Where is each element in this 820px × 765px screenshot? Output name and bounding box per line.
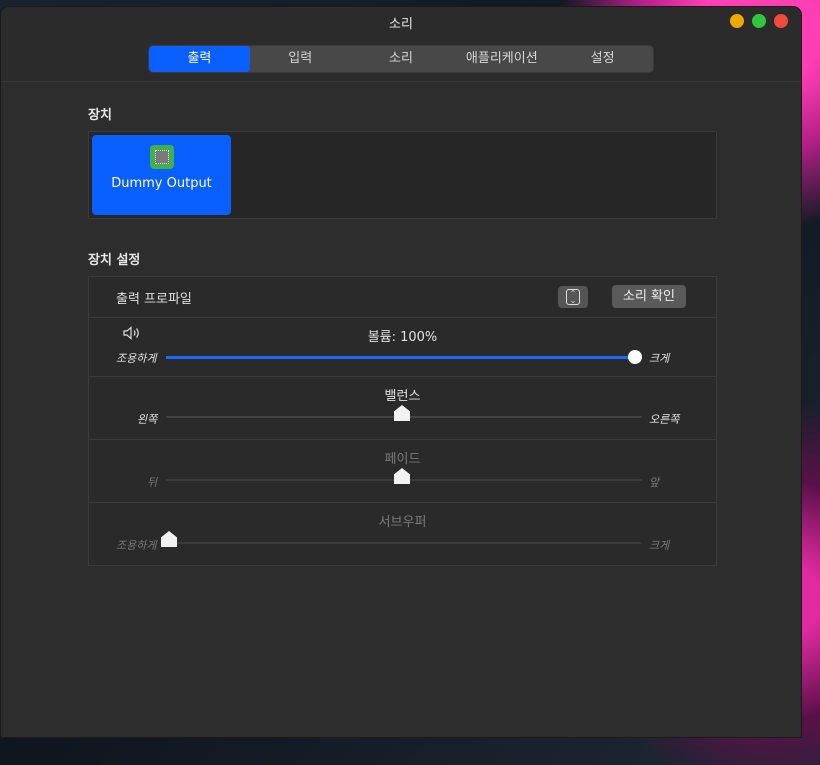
volume-min-label: 조용하게 [116,352,157,365]
sound-settings-window: 소리 출력 입력 소리 애플리케이션 설정 장치 Dummy Output 장치… [1,7,801,737]
volume-max-label: 크게 [649,352,670,365]
device-name: Dummy Output [111,176,212,191]
subwoofer-max-label: 크게 [649,539,670,552]
subwoofer-min-label: 조용하게 [116,539,157,552]
fade-row: 페이드 뒤 앞 [89,440,716,503]
device-card-dummy-output[interactable]: Dummy Output [92,135,231,215]
tab-output[interactable]: 출력 [149,46,250,72]
output-profile-label: 출력 프로파일 [116,292,192,307]
device-list: Dummy Output [88,131,717,219]
device-settings-panel: 출력 프로파일 ⌃ ⌄ 소리 확인 볼륨: 100% 조용하게 크게 밸런스 왼쪽 [88,276,717,566]
subwoofer-row: 서브우퍼 조용하게 크게 [89,503,716,565]
balance-slider-handle[interactable] [394,405,410,421]
subwoofer-slider[interactable] [166,542,642,544]
output-profile-row: 출력 프로파일 ⌃ ⌄ 소리 확인 [89,277,716,318]
volume-row: 볼륨: 100% 조용하게 크게 [89,318,716,377]
profile-selector[interactable]: ⌃ ⌄ [558,286,588,308]
subwoofer-label: 서브우퍼 [378,515,427,530]
tab-bar: 출력 입력 소리 애플리케이션 설정 [149,46,653,72]
fade-front-label: 앞 [649,476,660,489]
balance-right-label: 오른쪽 [649,413,680,426]
tab-applications[interactable]: 애플리케이션 [451,46,552,72]
tab-input[interactable]: 입력 [250,46,351,72]
titlebar: 소리 출력 입력 소리 애플리케이션 설정 [1,7,801,82]
devices-heading: 장치 [88,108,112,123]
test-sound-button[interactable]: 소리 확인 [612,285,686,308]
volume-slider-handle[interactable] [628,350,642,364]
volume-label: 볼륨: 100% [367,330,438,345]
device-settings-heading: 장치 설정 [88,253,141,268]
balance-label: 밸런스 [384,389,421,404]
window-title: 소리 [389,17,413,32]
tab-sounds[interactable]: 소리 [351,46,452,72]
fade-slider-handle[interactable] [394,468,410,484]
fade-back-label: 뒤 [147,476,158,489]
minimize-button[interactable] [730,14,744,28]
updown-chevron-icon: ⌃ ⌄ [566,289,580,305]
chip-icon [149,145,174,169]
balance-row: 밸런스 왼쪽 오른쪽 [89,377,716,440]
subwoofer-slider-handle[interactable] [161,531,177,547]
balance-left-label: 왼쪽 [137,413,158,426]
close-button[interactable] [774,14,788,28]
volume-fill [166,356,635,359]
volume-slider[interactable] [166,356,635,359]
tab-settings[interactable]: 설정 [552,46,653,72]
fade-label: 페이드 [384,452,421,467]
maximize-button[interactable] [752,14,766,28]
